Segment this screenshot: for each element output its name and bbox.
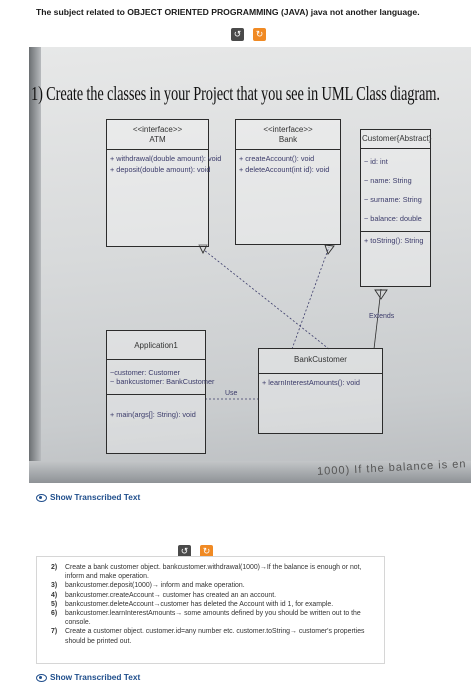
task-list-image: 2) Create a bank customer object. bankcus… xyxy=(36,556,385,664)
atm-name: ATM xyxy=(149,135,166,144)
customer-attr: ~ surname: String xyxy=(364,195,422,204)
eye-icon xyxy=(36,493,47,502)
task-list: 2) Create a bank customer object. bankcus… xyxy=(51,563,378,646)
extends-label: Extends xyxy=(369,313,395,320)
show-transcribed-label: Show Transcribed Text xyxy=(50,672,141,682)
application-attr: ~ bankcustomer: BankCustomer xyxy=(110,377,215,386)
list-item: 4) bankcustomer.createAccount→ customer h… xyxy=(51,591,277,599)
uml-diagram-image: 1) Create the classes in your Project th… xyxy=(29,47,471,483)
use-label: Use xyxy=(225,390,238,397)
uml-application-class: Application1 ~customer: Customer ~ bankc… xyxy=(106,330,215,454)
atm-op: + deposit(double amount): void xyxy=(110,165,211,174)
atm-stereotype: <<interface>> xyxy=(132,125,183,134)
bankcustomer-op: + learnInterestAmounts(): void xyxy=(262,378,360,387)
connector-bankcustomer-bank xyxy=(291,246,330,350)
application-attr: ~customer: Customer xyxy=(110,368,180,377)
list-item: 2) Create a bank customer object. bankcus… xyxy=(51,564,362,581)
rotate-left-icon[interactable]: ↺ xyxy=(231,28,244,41)
eye-icon xyxy=(36,673,47,682)
customer-attr: ~ balance: double xyxy=(364,214,422,223)
customer-attr: ~ id: int xyxy=(364,157,388,166)
uml-atm-interface: <<interface>> ATM + withdrawal(double am… xyxy=(106,119,222,247)
bankcustomer-name: BankCustomer xyxy=(294,355,347,364)
customer-op: + toString(): String xyxy=(364,236,424,245)
list-item: 7) Create a customer object. customer.id=… xyxy=(51,628,365,645)
customer-name: Customer{Abstract} xyxy=(362,134,432,143)
list-item: 3) bankcustomer.deposit(1000)→ inform and… xyxy=(51,582,245,590)
uml-customer-class: Customer{Abstract} ~ id: int ~ name: Str… xyxy=(360,129,431,287)
uml-bankcustomer-class: BankCustomer + learnInterestAmounts(): v… xyxy=(258,348,383,434)
rotate-right-icon[interactable]: ↻ xyxy=(253,28,266,41)
image-toolbar-top: ↺ ↻ xyxy=(231,28,266,41)
bank-op: + deleteAccount(int id): void xyxy=(239,165,330,174)
question-title: The subject related to OBJECT ORIENTED P… xyxy=(36,7,420,17)
bank-op: + createAccount(): void xyxy=(239,154,315,163)
bank-name: Bank xyxy=(278,135,298,144)
show-transcribed-text-link[interactable]: Show Transcribed Text xyxy=(36,492,140,502)
bank-stereotype: <<interface>> xyxy=(263,125,313,134)
atm-op: + withdrawal(double amount): void xyxy=(110,154,222,163)
uml-bank-interface: <<interface>> Bank + createAccount(): vo… xyxy=(235,119,341,245)
show-transcribed-text-link[interactable]: Show Transcribed Text xyxy=(36,672,140,682)
realize-arrow-bank xyxy=(324,244,335,255)
list-item: 5) bankcustomer.deleteAccount→customer ha… xyxy=(51,600,334,608)
application-name: Application1 xyxy=(134,341,178,350)
customer-attr: ~ name: String xyxy=(364,176,412,185)
list-item: 6) bankcustomer.learnInterestAmounts→ som… xyxy=(51,610,361,627)
application-op: + main(args[]: String): void xyxy=(110,410,196,419)
show-transcribed-label: Show Transcribed Text xyxy=(50,492,141,502)
